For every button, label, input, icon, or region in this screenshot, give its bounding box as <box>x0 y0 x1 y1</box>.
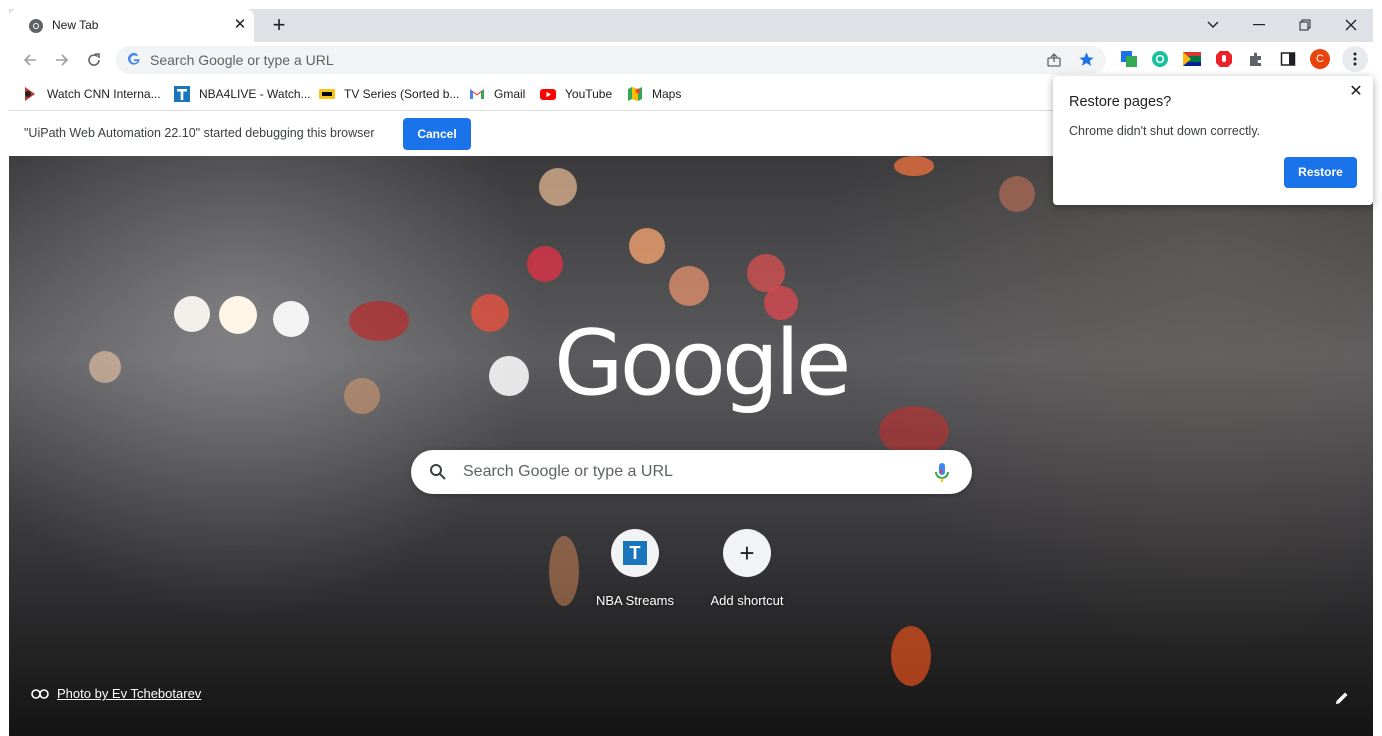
ntp-search-placeholder: Search Google or type a URL <box>463 463 673 480</box>
add-shortcut[interactable]: + Add shortcut <box>691 529 803 619</box>
omnibox-placeholder: Search Google or type a URL <box>150 52 334 68</box>
bookmark-star-icon[interactable] <box>1078 51 1095 68</box>
bookmark-youtube[interactable]: YouTube <box>540 84 612 104</box>
translate-extension-icon <box>1121 51 1137 67</box>
close-icon <box>1345 19 1357 31</box>
shortcut-nba-streams[interactable]: T NBA Streams <box>579 529 691 619</box>
cancel-debugging-button[interactable]: Cancel <box>403 118 471 150</box>
nba-streams-icon: T <box>623 541 647 565</box>
side-panel-icon <box>1280 52 1296 66</box>
more-vert-icon <box>1353 52 1357 66</box>
tab-strip: New Tab ✕ + <box>9 9 1373 42</box>
google-logo: Google <box>554 311 851 416</box>
chrome-icon <box>29 19 43 33</box>
shortcut-tile: T <box>611 529 659 577</box>
forward-arrow-icon <box>56 54 69 66</box>
bookmark-label: YouTube <box>565 87 613 101</box>
puzzle-icon <box>1250 52 1261 66</box>
tab-new-tab[interactable]: New Tab ✕ <box>9 9 254 42</box>
flag-icon <box>1183 52 1201 66</box>
search-icon <box>430 464 446 480</box>
extension-ext1[interactable] <box>1119 49 1139 69</box>
chevron-down-icon <box>1207 21 1219 28</box>
toolbar: Search Google or type a URL C <box>9 42 1373 78</box>
omnibox[interactable]: Search Google or type a URL <box>116 46 1106 74</box>
maps-icon <box>627 86 643 102</box>
restore-button[interactable]: Restore <box>1284 157 1357 188</box>
close-tab-icon[interactable]: ✕ <box>232 17 248 33</box>
infobar-message: "UiPath Web Automation 22.10" started de… <box>24 126 375 140</box>
gmail-icon <box>469 86 485 102</box>
bookmark-maps[interactable]: Maps <box>627 84 681 104</box>
shortcut-label: Add shortcut <box>710 593 784 608</box>
bookmark-label: Gmail <box>494 87 526 101</box>
ntp-search-box[interactable]: Search Google or type a URL <box>411 450 972 494</box>
close-window-button[interactable] <box>1339 13 1363 37</box>
restore-pages-dialog: Restore pages? Chrome didn't shut down c… <box>1053 76 1373 205</box>
restore-message: Chrome didn't shut down correctly. <box>1069 124 1261 138</box>
tab-title: New Tab <box>52 18 99 32</box>
nba4live-icon <box>174 86 190 102</box>
imdb-icon <box>319 86 335 102</box>
back-button[interactable] <box>18 48 42 72</box>
menu-button[interactable] <box>1342 46 1368 72</box>
bookmark-label: NBA4LIVE - Watch... <box>199 87 311 101</box>
side-panel-button[interactable] <box>1278 49 1298 69</box>
new-tab-button[interactable]: + <box>268 14 290 36</box>
grammarly-icon <box>1152 51 1168 67</box>
bookmark-label: Maps <box>652 87 682 101</box>
attribution-link[interactable]: Photo by Ev Tchebotarev <box>57 686 201 701</box>
extensions-button[interactable] <box>1246 49 1266 69</box>
restore-window-icon <box>1299 19 1311 31</box>
back-arrow-icon <box>23 54 36 66</box>
avatar: C <box>1310 49 1330 69</box>
bookmark-label: Watch CNN Interna... <box>47 87 161 101</box>
profile-button[interactable]: C <box>1310 49 1330 69</box>
bookmark-imdb[interactable]: TV Series (Sorted b... <box>319 84 459 104</box>
extension-adblock[interactable] <box>1214 49 1234 69</box>
photo-attribution[interactable]: Photo by Ev Tchebotarev <box>31 686 201 701</box>
minimize-button[interactable] <box>1247 13 1271 37</box>
shortcut-label: NBA Streams <box>595 593 675 608</box>
restore-title: Restore pages? <box>1069 94 1172 110</box>
new-tab-page: Google Search Google or type a URL T NBA… <box>9 156 1373 736</box>
cnn-icon <box>22 86 38 102</box>
share-icon[interactable] <box>1046 52 1062 68</box>
adblock-icon <box>1216 51 1232 67</box>
minimize-icon <box>1253 24 1265 26</box>
forward-button[interactable] <box>50 48 74 72</box>
restore-window-button[interactable] <box>1293 13 1317 37</box>
plus-icon: + <box>739 538 755 568</box>
bookmark-label: TV Series (Sorted b... <box>344 87 460 101</box>
tab-search-button[interactable] <box>1201 13 1225 37</box>
close-icon[interactable]: ✕ <box>1346 82 1366 102</box>
extension-grammarly[interactable] <box>1150 49 1170 69</box>
bookmark-cnn[interactable]: Watch CNN Interna... <box>22 84 161 104</box>
pencil-icon[interactable] <box>1332 688 1352 708</box>
link-icon <box>31 688 49 699</box>
shortcut-tile: + <box>723 529 771 577</box>
youtube-icon <box>540 86 556 102</box>
microphone-icon[interactable] <box>933 461 951 485</box>
extension-flag[interactable] <box>1182 49 1202 69</box>
bookmark-nba4live[interactable]: NBA4LIVE - Watch... <box>174 84 311 104</box>
reload-icon <box>88 53 100 66</box>
reload-button[interactable] <box>82 48 106 72</box>
bookmark-gmail[interactable]: Gmail <box>469 84 525 104</box>
google-g-icon <box>128 53 140 65</box>
